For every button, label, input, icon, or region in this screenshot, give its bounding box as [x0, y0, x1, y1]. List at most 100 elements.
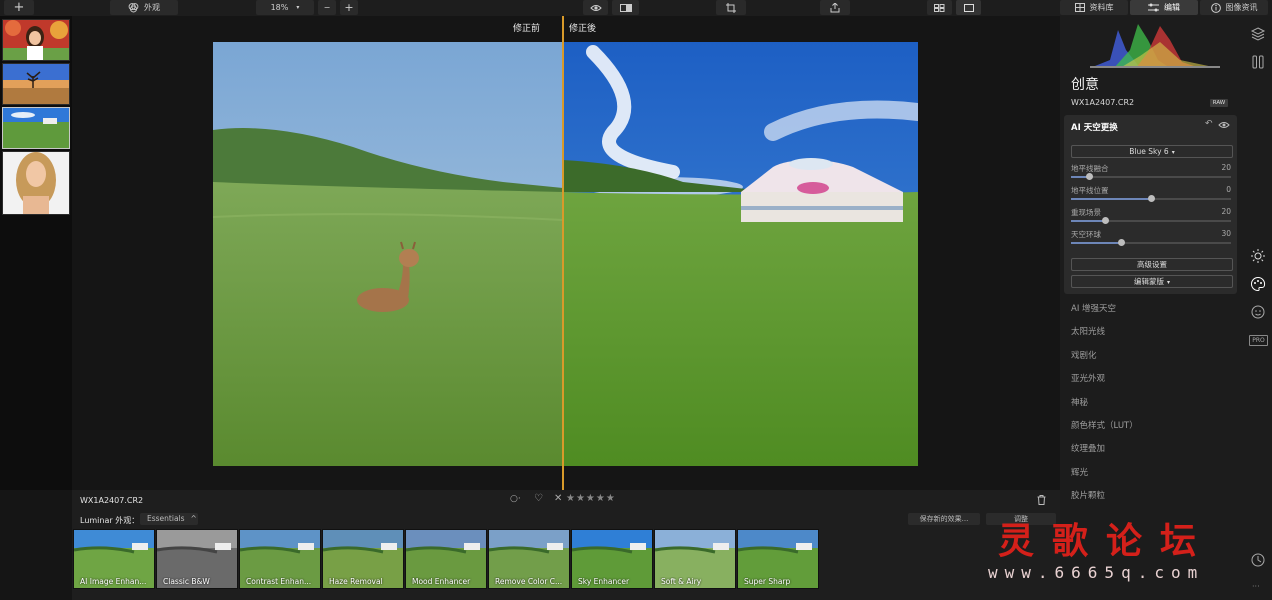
crop-button[interactable]: [716, 0, 746, 15]
slider-knob[interactable]: [1101, 217, 1109, 224]
thumbnail-portrait-blonde[interactable]: [2, 151, 70, 215]
section-title: 创意: [1071, 77, 1099, 93]
slider-row[interactable]: 重现场景 20: [1071, 207, 1231, 229]
tool-item[interactable]: 纹理叠加: [1071, 442, 1105, 454]
tool-item[interactable]: AI 增强天空: [1071, 302, 1116, 314]
more-icon[interactable]: ···: [1252, 582, 1260, 591]
image-viewer[interactable]: 修正前 修正後: [72, 16, 1060, 490]
preset-thumbnail[interactable]: AI Image Enhan...: [73, 529, 155, 589]
tool-item[interactable]: 辉光: [1071, 466, 1088, 478]
after-label: 修正後: [569, 24, 597, 34]
slider-knob[interactable]: [1117, 239, 1125, 246]
slider-knob[interactable]: [1085, 173, 1093, 180]
tool-item[interactable]: 太阳光线: [1071, 325, 1105, 337]
minus-icon: −: [323, 3, 331, 12]
sun-essentials-icon[interactable]: [1250, 248, 1266, 264]
slider-label: 天空环球: [1071, 230, 1101, 239]
edit-label: 编辑: [1164, 3, 1180, 12]
sky-selection-dropdown[interactable]: Blue Sky 6 ▾: [1071, 145, 1233, 158]
slider-label: 重现场景: [1071, 208, 1101, 217]
preset-thumbnail[interactable]: Mood Enhancer: [405, 529, 487, 589]
slider-label: 地平线位置: [1071, 186, 1109, 195]
image-filename: WX1A2407.CR2: [80, 496, 144, 505]
layers-icon[interactable]: [1250, 26, 1266, 42]
flag-icon[interactable]: ○·: [510, 494, 521, 504]
compare-view-button[interactable]: [612, 0, 639, 15]
slider-row[interactable]: 地平线位置 0: [1071, 185, 1231, 207]
reject-icon[interactable]: ✕: [554, 493, 562, 504]
info-tab[interactable]: 图像资讯: [1200, 0, 1268, 15]
watermark-title: 灵歌论坛: [998, 520, 1215, 562]
pro-badge[interactable]: PRO: [1249, 335, 1268, 346]
preset-label: AI Image Enhan...: [80, 577, 147, 586]
preset-label: Sky Enhancer: [578, 577, 630, 586]
looks-category-dropdown[interactable]: Essentials ^: [140, 513, 198, 525]
palette-creative-icon[interactable]: [1250, 276, 1266, 292]
preset-label: Haze Removal: [329, 577, 383, 586]
preset-label: Remove Color C...: [495, 577, 563, 586]
slider-track[interactable]: [1071, 195, 1231, 202]
chevron-down-icon: ▾: [1171, 149, 1175, 156]
tool-item[interactable]: 颜色样式（LUT）: [1071, 419, 1138, 431]
heart-icon[interactable]: ♡: [534, 493, 543, 504]
tool-item[interactable]: 胶片颗粒: [1071, 489, 1105, 501]
preset-thumbnail[interactable]: Classic B&W: [156, 529, 238, 589]
plus-icon: +: [13, 0, 25, 15]
tool-item[interactable]: 戏剧化: [1071, 349, 1097, 361]
star-rating[interactable]: ★★★★★: [566, 493, 616, 504]
library-tab[interactable]: 资料库: [1060, 0, 1128, 15]
preset-thumbnail[interactable]: Sky Enhancer: [571, 529, 653, 589]
tool-item[interactable]: 亚光外观: [1071, 372, 1105, 384]
save-look-button[interactable]: 保存新的效果...: [908, 513, 980, 525]
slider-track[interactable]: [1071, 217, 1231, 224]
preview-toggle-button[interactable]: [583, 0, 608, 15]
zoom-out-button[interactable]: −: [318, 0, 336, 15]
history-clock-icon[interactable]: [1250, 552, 1266, 568]
preset-label: Contrast Enhan...: [246, 577, 312, 586]
preset-thumbnail[interactable]: Super Sharp: [737, 529, 819, 589]
slider-track[interactable]: [1071, 173, 1231, 180]
thumbnail-tree-sunset[interactable]: [2, 63, 70, 105]
plus-icon: +: [344, 1, 354, 14]
bottom-panel: WX1A2407.CR2 ○· ♡ ✕ ★★★★★ Luminar 外观： Es…: [72, 490, 1060, 600]
reset-icon[interactable]: ↶: [1205, 119, 1213, 129]
slider-row[interactable]: 天空环球 30: [1071, 229, 1231, 251]
advanced-settings-button[interactable]: 高级设置: [1071, 258, 1233, 271]
slider-row[interactable]: 地平线融合 20: [1071, 163, 1231, 185]
grid-view-button[interactable]: [927, 0, 952, 15]
edit-mask-button[interactable]: 编辑蒙版 ▾: [1071, 275, 1233, 288]
thumbnail-portrait-girl[interactable]: [2, 19, 70, 61]
chevron-down-icon: ▾: [296, 4, 300, 11]
slider-value: 30: [1221, 229, 1231, 238]
single-view-button[interactable]: [956, 0, 981, 15]
compare-handle[interactable]: [562, 16, 564, 490]
slider-track[interactable]: [1071, 239, 1231, 246]
watermark-url: www.6665q.com: [988, 563, 1205, 582]
tool-item[interactable]: 神秘: [1071, 396, 1088, 408]
canvas-icon[interactable]: [1250, 54, 1266, 70]
sliders-icon: [1148, 3, 1159, 12]
slider-knob[interactable]: [1148, 195, 1155, 202]
zoom-in-button[interactable]: +: [340, 0, 358, 15]
preset-thumbnail[interactable]: Contrast Enhan...: [239, 529, 321, 589]
preset-label: Classic B&W: [163, 577, 210, 586]
trash-icon[interactable]: [1037, 495, 1046, 505]
share-button[interactable]: [820, 0, 850, 15]
looks-title: Luminar 外观：: [80, 516, 140, 525]
chevron-down-icon: ▾: [1166, 279, 1170, 286]
preset-thumbnail[interactable]: Soft & Airy: [654, 529, 736, 589]
top-toolbar: + 外观 18% ▾ − + 资料库 编辑 图像资讯: [0, 0, 1272, 17]
preset-thumbnail[interactable]: Remove Color C...: [488, 529, 570, 589]
thumbnail-grassland-yurt[interactable]: [2, 107, 70, 149]
looks-button[interactable]: 外观: [110, 0, 178, 15]
face-portrait-icon[interactable]: [1250, 304, 1266, 320]
preset-thumbnail[interactable]: Haze Removal: [322, 529, 404, 589]
zoom-select[interactable]: 18% ▾: [256, 0, 314, 15]
edit-tab[interactable]: 编辑: [1130, 0, 1198, 15]
looks-label: 外观: [144, 3, 160, 12]
tool-title[interactable]: AI 天空更换: [1071, 121, 1118, 133]
add-image-button[interactable]: +: [4, 0, 34, 15]
photo-canvas[interactable]: [213, 42, 918, 466]
slider-fill: [1071, 198, 1151, 200]
eye-toggle-icon[interactable]: [1218, 121, 1230, 129]
